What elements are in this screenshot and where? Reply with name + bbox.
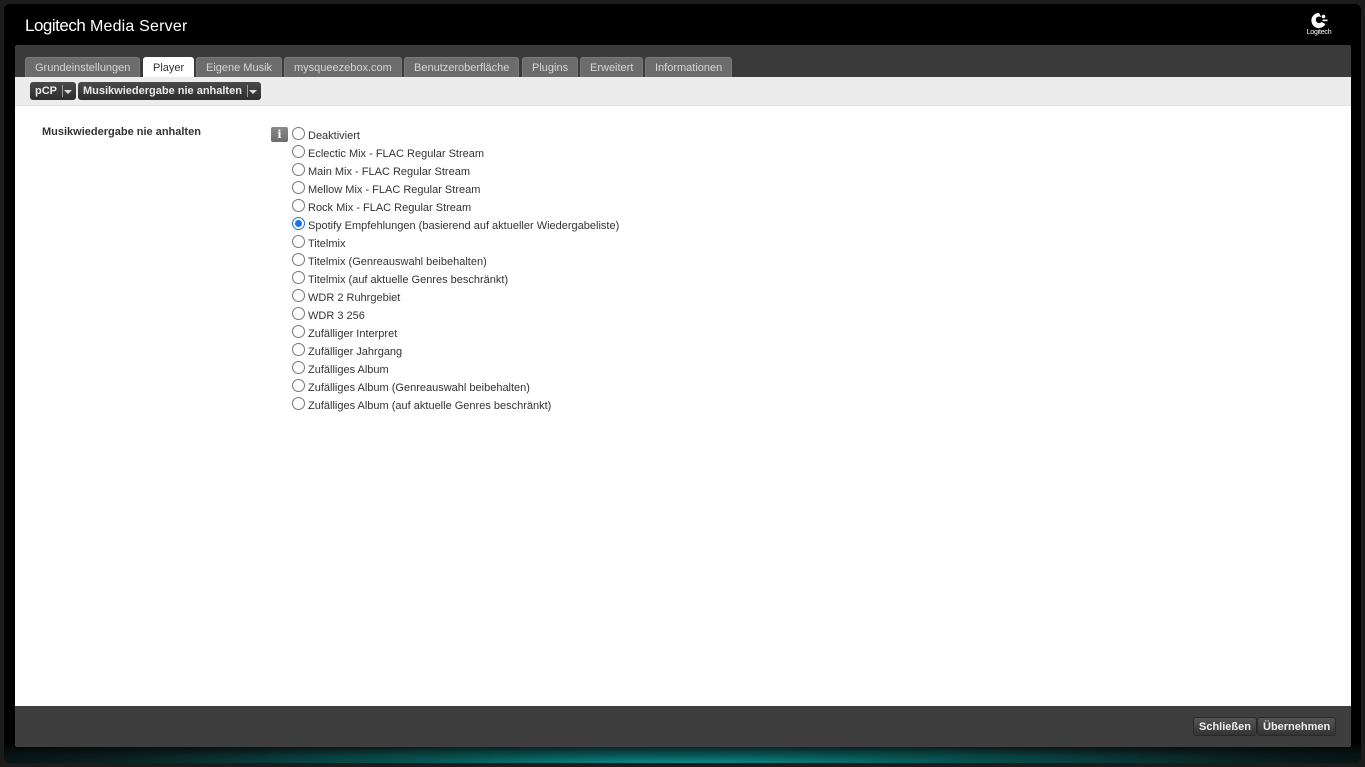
brand-logitech: Logitech <box>25 16 86 35</box>
radio-option-label: Zufälliger Interpret <box>308 327 398 340</box>
setting-label: Musikwiedergabe nie anhalten <box>42 126 201 138</box>
settings-frame: Grundeinstellungen Player Eigene Musik m… <box>15 45 1351 747</box>
radio-option[interactable]: Rock Mix - FLAC Regular Stream <box>292 198 619 216</box>
radio-button[interactable] <box>292 163 305 176</box>
brand-media-server: Media Server <box>89 18 188 35</box>
app-title: Logitech Media Server <box>25 16 188 36</box>
radio-option[interactable]: Eclectic Mix - FLAC Regular Stream <box>292 144 619 162</box>
radio-option[interactable]: Main Mix - FLAC Regular Stream <box>292 162 619 180</box>
radio-option[interactable]: Titelmix (Genreauswahl beibehalten) <box>292 252 619 270</box>
app-window: Logitech Media Server Logitech Grundeins… <box>4 4 1361 763</box>
radio-option-label: Eclectic Mix - FLAC Regular Stream <box>308 147 485 160</box>
logitech-logo-icon <box>1311 12 1328 28</box>
radio-button[interactable] <box>292 397 305 410</box>
logo-text: Logitech <box>1306 29 1332 36</box>
radio-button[interactable] <box>292 235 305 248</box>
tab-benutzeroberflaeche[interactable]: Benutzeroberfläche <box>404 57 520 77</box>
tab-player[interactable]: Player <box>143 57 195 77</box>
radio-button[interactable] <box>292 307 305 320</box>
radio-option-label: Zufälliger Jahrgang <box>308 345 403 358</box>
radio-button[interactable] <box>292 145 305 158</box>
radio-button[interactable] <box>292 127 305 140</box>
player-select[interactable]: pCP <box>30 82 76 100</box>
close-button[interactable]: Schließen <box>1193 717 1257 736</box>
radio-button[interactable] <box>292 271 305 284</box>
tab-plugins[interactable]: Plugins <box>522 57 579 77</box>
radio-option-label: WDR 2 Ruhrgebiet <box>308 291 401 304</box>
apply-button[interactable]: Übernehmen <box>1257 717 1337 736</box>
info-icon[interactable]: i <box>271 127 288 142</box>
radio-group: Deaktiviert Eclectic Mix - FLAC Regular S… <box>292 126 619 414</box>
radio-option-label: Zufälliges Album (Genreauswahl beibehalt… <box>308 381 530 394</box>
radio-option[interactable]: Mellow Mix - FLAC Regular Stream <box>292 180 619 198</box>
radio-option-label: Titelmix (auf aktuelle Genres beschränkt… <box>308 273 509 286</box>
radio-option[interactable]: Zufälliger Interpret <box>292 324 619 342</box>
radio-option-label: Zufälliges Album <box>308 363 389 376</box>
radio-option-label: Zufälliges Album (auf aktuelle Genres be… <box>308 399 552 412</box>
radio-button[interactable] <box>292 361 305 374</box>
radio-button[interactable] <box>292 199 305 212</box>
radio-button[interactable] <box>292 181 305 194</box>
page-select-value: Musikwiedergabe nie anhalten <box>83 85 242 97</box>
header: Logitech Media Server Logitech <box>4 4 1361 46</box>
radio-option-label: Mellow Mix - FLAC Regular Stream <box>308 183 481 196</box>
settings-content: Musikwiedergabe nie anhalten i Deaktivie… <box>15 107 1351 705</box>
radio-option-label: Titelmix <box>308 237 346 250</box>
radio-option-label: Main Mix - FLAC Regular Stream <box>308 165 470 178</box>
player-select-separator <box>62 85 63 97</box>
footer-bar: Schließen Übernehmen <box>15 706 1351 747</box>
radio-option-label: Titelmix (Genreauswahl beibehalten) <box>308 255 487 268</box>
radio-button[interactable] <box>292 379 305 392</box>
radio-option[interactable]: Spotify Empfehlungen (basierend auf aktu… <box>292 216 619 234</box>
tab-grundeinstellungen[interactable]: Grundeinstellungen <box>25 57 141 77</box>
tab-mysqueezebox[interactable]: mysqueezebox.com <box>284 57 402 77</box>
radio-button[interactable] <box>292 325 305 338</box>
chevron-down-icon <box>64 90 72 94</box>
player-select-value: pCP <box>35 85 57 97</box>
page-select-separator <box>247 85 248 97</box>
radio-option-label: Spotify Empfehlungen (basierend auf aktu… <box>308 219 620 232</box>
radio-option[interactable]: Deaktiviert <box>292 126 619 144</box>
radio-option[interactable]: Zufälliges Album <box>292 360 619 378</box>
radio-button[interactable] <box>292 253 305 266</box>
radio-option-label: Rock Mix - FLAC Regular Stream <box>308 201 472 214</box>
tab-erweitert[interactable]: Erweitert <box>580 57 644 77</box>
page-select[interactable]: Musikwiedergabe nie anhalten <box>78 82 261 100</box>
tab-eigene-musik[interactable]: Eigene Musik <box>196 57 283 77</box>
radio-button[interactable] <box>292 289 305 302</box>
radio-button[interactable] <box>292 343 305 356</box>
radio-option[interactable]: Zufälliges Album (auf aktuelle Genres be… <box>292 396 619 414</box>
radio-option[interactable]: WDR 3 256 <box>292 306 619 324</box>
radio-option[interactable]: Zufälliger Jahrgang <box>292 342 619 360</box>
chevron-down-icon <box>249 90 257 94</box>
radio-option[interactable]: WDR 2 Ruhrgebiet <box>292 288 619 306</box>
radio-option[interactable]: Titelmix (auf aktuelle Genres beschränkt… <box>292 270 619 288</box>
radio-option[interactable]: Zufälliges Album (Genreauswahl beibehalt… <box>292 378 619 396</box>
radio-option[interactable]: Titelmix <box>292 234 619 252</box>
logitech-logo: Logitech <box>1303 12 1335 40</box>
tab-bar: Grundeinstellungen Player Eigene Musik m… <box>15 45 1351 77</box>
radio-option-label: Deaktiviert <box>308 129 360 142</box>
radio-option-label: WDR 3 256 <box>308 309 365 322</box>
radio-button[interactable] <box>292 217 305 230</box>
tab-informationen[interactable]: Informationen <box>645 57 733 77</box>
sub-toolbar: pCP Musikwiedergabe nie anhalten <box>15 77 1351 106</box>
